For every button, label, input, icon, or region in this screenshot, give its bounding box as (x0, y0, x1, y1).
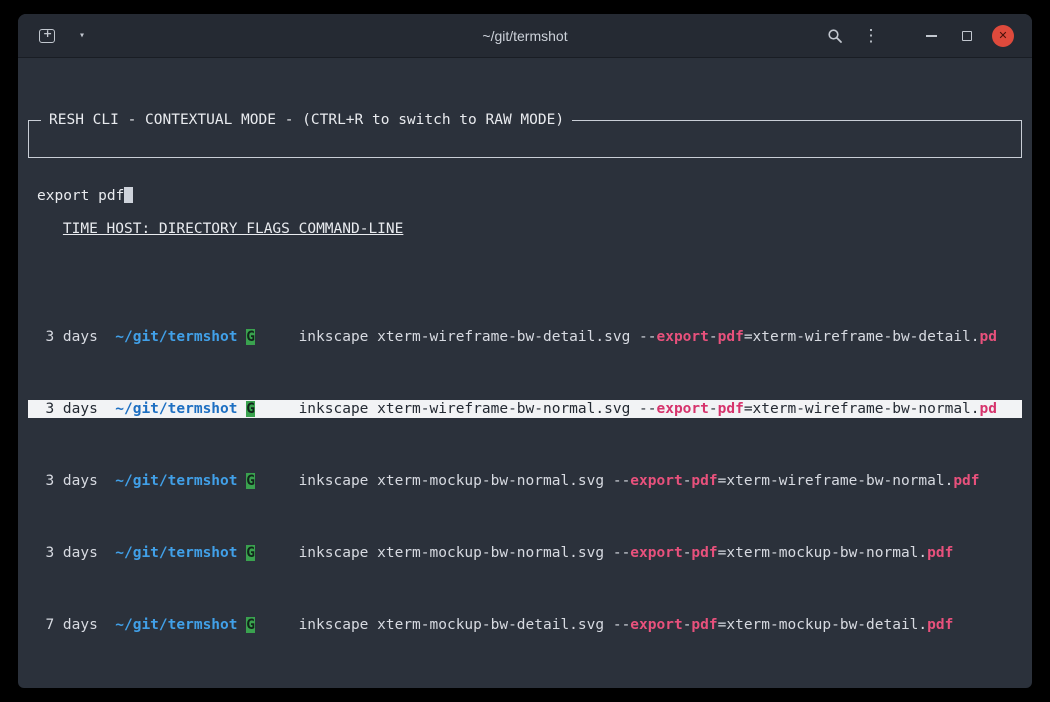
row-time: 3 days (28, 472, 98, 490)
row-command: inkscape xterm-wireframe-bw-normal.svg -… (299, 400, 1022, 418)
restore-button[interactable] (954, 23, 980, 49)
search-icon (827, 28, 843, 44)
row-host-directory: ~/git/termshot (107, 544, 238, 562)
close-button[interactable]: ✕ (990, 23, 1016, 49)
desktop-background: ▾ ~/git/termshot ⋮ (0, 0, 1050, 702)
row-time: 3 days (28, 328, 98, 346)
git-flag-badge: G (246, 545, 255, 561)
row-flags: G (246, 544, 290, 562)
history-row[interactable]: 3 days ~/git/termshot G inkscape xterm-m… (28, 472, 1022, 490)
search-button[interactable] (822, 23, 848, 49)
chevron-down-icon: ▾ (79, 30, 85, 41)
new-tab-button[interactable] (34, 23, 60, 49)
row-time: 7 days (28, 616, 98, 634)
history-list: 3 days ~/git/termshot G inkscape xterm-w… (28, 292, 1022, 687)
mode-title: RESH CLI - CONTEXTUAL MODE - (CTRL+R to … (41, 111, 572, 129)
new-tab-icon (39, 29, 55, 43)
git-flag-badge: G (246, 329, 255, 345)
row-host-directory: ~/git/termshot (107, 400, 238, 418)
history-row[interactable]: 3 days ~/git/termshot G inkscape xterm-w… (28, 328, 1022, 346)
restore-icon (962, 31, 972, 41)
row-command: inkscape xterm-mockup-bw-detail.svg --ex… (299, 616, 1022, 634)
kebab-menu-icon: ⋮ (863, 26, 880, 46)
terminal-content: RESH CLI - CONTEXTUAL MODE - (CTRL+R to … (18, 58, 1032, 687)
search-input[interactable]: export pdf (29, 175, 1021, 211)
row-flags: G (246, 616, 290, 634)
git-flag-badge: G (246, 617, 255, 633)
row-time: 3 days (28, 400, 98, 418)
text-cursor (124, 187, 133, 203)
git-flag-badge: G (246, 401, 255, 417)
row-command: inkscape xterm-mockup-bw-normal.svg --ex… (299, 472, 1022, 490)
row-host-directory: ~/git/termshot (107, 328, 238, 346)
row-flags: G (246, 472, 290, 490)
row-flags: G (246, 328, 290, 346)
titlebar[interactable]: ▾ ~/git/termshot ⋮ (18, 14, 1032, 58)
resh-search-panel: RESH CLI - CONTEXTUAL MODE - (CTRL+R to … (28, 120, 1022, 158)
history-row[interactable]: 3 days ~/git/termshot G inkscape xterm-m… (28, 544, 1022, 562)
row-host-directory: ~/git/termshot (107, 472, 238, 490)
tab-dropdown-button[interactable]: ▾ (69, 23, 95, 49)
row-command: inkscape xterm-wireframe-bw-detail.svg -… (299, 328, 1022, 346)
row-flags: G (246, 400, 290, 418)
history-row[interactable]: 7 days ~/git/termshot G inkscape xterm-m… (28, 616, 1022, 634)
row-time: 3 days (28, 544, 98, 562)
git-flag-badge: G (246, 473, 255, 489)
search-query-text: export pdf (37, 188, 124, 204)
row-host-directory: ~/git/termshot (107, 616, 238, 634)
history-row[interactable]: 3 days ~/git/termshot G inkscape xterm-w… (28, 400, 1022, 418)
menu-button[interactable]: ⋮ (858, 23, 884, 49)
minimize-button[interactable] (918, 23, 944, 49)
row-command: inkscape xterm-mockup-bw-normal.svg --ex… (299, 544, 1022, 562)
close-icon: ✕ (992, 25, 1014, 47)
terminal-window: ▾ ~/git/termshot ⋮ (18, 14, 1032, 688)
minimize-icon (926, 35, 937, 37)
